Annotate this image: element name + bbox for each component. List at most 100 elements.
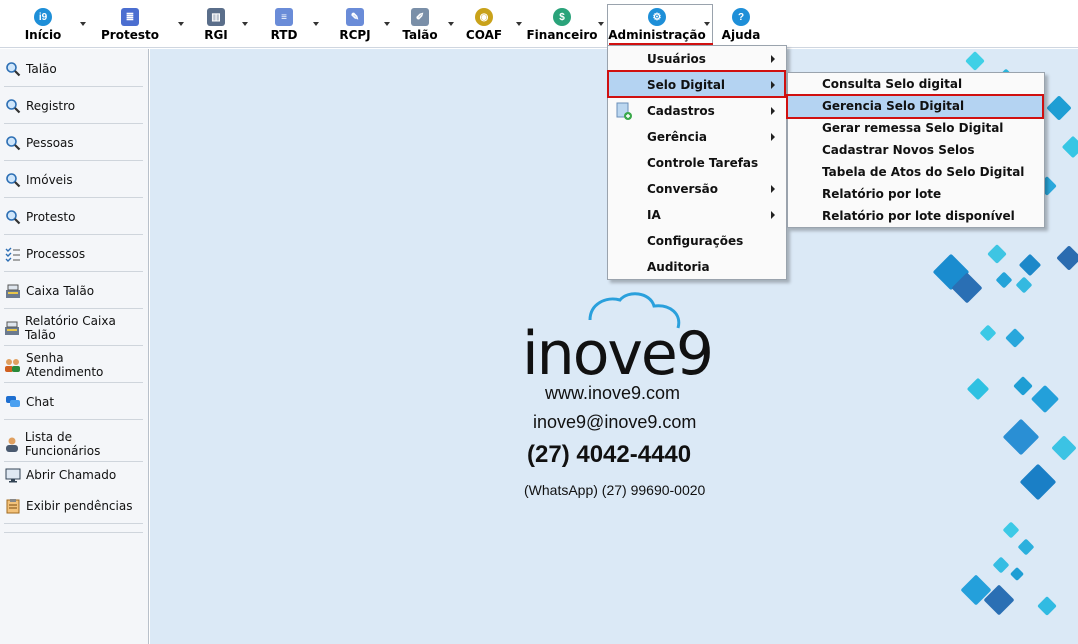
- toolbar-rtd-button[interactable]: ≡ RTD: [266, 0, 302, 48]
- main-toolbar: i9 Início ≣ Protesto ▥ RGI ≡ RTD ✎ RCPJ …: [0, 0, 1078, 48]
- inove9-logo: inove9: [520, 290, 714, 389]
- decorative-cube: [992, 556, 1010, 574]
- toolbar-inicio-button[interactable]: i9 Início: [24, 0, 62, 48]
- sidebar-item-label: Exibir pendências: [26, 498, 133, 513]
- menu-item-tabela-atos-selo-digital[interactable]: Tabela de Atos do Selo Digital: [788, 161, 1044, 183]
- decorative-cube: [1037, 596, 1057, 616]
- toolbar-rgi-button[interactable]: ▥ RGI: [200, 0, 232, 48]
- sidebar-item-chat[interactable]: Chat: [4, 384, 143, 420]
- sidebar-item-processos[interactable]: Processos: [4, 236, 143, 272]
- submenu-arrow-icon: [771, 185, 775, 193]
- decorative-cube: [1002, 418, 1040, 456]
- menu-item-cadastros[interactable]: Cadastros: [608, 98, 786, 124]
- sidebar-item-pessoas[interactable]: Pessoas: [4, 125, 143, 161]
- menu-item-gerar-remessa-selo-digital[interactable]: Gerar remessa Selo Digital: [788, 117, 1044, 139]
- decorative-cube: [1013, 376, 1033, 396]
- chevron-down-icon[interactable]: [384, 22, 390, 26]
- menu-item-cadastrar-novos-selos[interactable]: Cadastrar Novos Selos: [788, 139, 1044, 161]
- chevron-down-icon[interactable]: [313, 22, 319, 26]
- sidebar-item-label: Talão: [26, 61, 57, 76]
- toolbar-financeiro-button[interactable]: $ Financeiro: [526, 0, 598, 48]
- submenu-arrow-icon: [771, 107, 775, 115]
- submenu-arrow-icon: [771, 55, 775, 63]
- menu-item-consulta-selo-digital[interactable]: Consulta Selo digital: [788, 73, 1044, 95]
- chevron-down-icon[interactable]: [704, 22, 710, 26]
- email-text: inove9@inove9.com: [533, 412, 697, 432]
- inove9-logo-icon: i9: [34, 8, 52, 26]
- menu-item-controle-tarefas[interactable]: Controle Tarefas: [608, 150, 786, 176]
- menu-item-configuracoes[interactable]: Configurações: [608, 228, 786, 254]
- menu-item-ia[interactable]: IA: [608, 202, 786, 228]
- sidebar-item-senha-atendimento[interactable]: Senha Atendimento: [4, 347, 143, 383]
- menu-item-conversao[interactable]: Conversão: [608, 176, 786, 202]
- toolbar-protesto-button[interactable]: ≣ Protesto: [100, 0, 160, 48]
- chevron-down-icon[interactable]: [516, 22, 522, 26]
- chevron-down-icon[interactable]: [242, 22, 248, 26]
- decorative-cube: [979, 324, 997, 342]
- sidebar-item-label: Pessoas: [26, 135, 74, 150]
- money-cycle-icon: $: [553, 8, 571, 26]
- decorative-cube: [1019, 463, 1057, 501]
- coaf-seal-icon: ◉: [475, 8, 493, 26]
- logo-wordmark: inove9: [522, 319, 710, 380]
- menu-item-gerencia[interactable]: Gerência: [608, 124, 786, 150]
- help-icon: ?: [732, 8, 750, 26]
- notepad-icon: ✐: [411, 8, 429, 26]
- magnifier-icon: [4, 171, 22, 189]
- menu-item-relatorio-por-lote-disponivel[interactable]: Relatório por lote disponível: [788, 205, 1044, 227]
- sidebar-item-imoveis[interactable]: Imóveis: [4, 162, 143, 198]
- selection-highlight-box: [786, 94, 1044, 119]
- magnifier-icon: [4, 97, 22, 115]
- cash-register-icon: [4, 319, 21, 337]
- chevron-down-icon[interactable]: [598, 22, 604, 26]
- person-icon: [4, 435, 21, 453]
- sidebar-item-label: Chat: [26, 394, 55, 409]
- chat-bubbles-icon: [4, 393, 22, 411]
- sidebar-item-registro[interactable]: Registro: [4, 88, 143, 124]
- website-text: www.inove9.com: [545, 383, 681, 403]
- sidebar-item-label: Senha Atendimento: [26, 350, 104, 379]
- menu-item-usuarios[interactable]: Usuários: [608, 46, 786, 72]
- decorative-cube: [1017, 538, 1035, 556]
- sidebar-item-protesto[interactable]: Protesto: [4, 199, 143, 235]
- sidebar-item-exibir-pendencias[interactable]: Exibir pendências: [4, 488, 143, 524]
- toolbar-talao-button[interactable]: ✐ Talão: [400, 0, 440, 48]
- decorative-cube: [1030, 384, 1060, 414]
- decorative-cube: [1002, 521, 1020, 539]
- checklist-icon: [4, 245, 22, 263]
- decorative-cube: [995, 271, 1013, 289]
- sidebar-item-talao[interactable]: Talão: [4, 51, 143, 87]
- clipboard-icon: [4, 497, 22, 515]
- chevron-down-icon[interactable]: [80, 22, 86, 26]
- toolbar-ajuda-button[interactable]: ? Ajuda: [720, 0, 762, 48]
- menu-item-relatorio-por-lote[interactable]: Relatório por lote: [788, 183, 1044, 205]
- submenu-arrow-icon: [771, 211, 775, 219]
- decorative-cube: [965, 51, 985, 71]
- toolbar-administracao-button[interactable]: ⚙ Administração: [608, 0, 706, 48]
- monitor-icon: [4, 466, 22, 484]
- decorative-cube: [1046, 95, 1072, 121]
- sidebar-item-label: Caixa Talão: [26, 283, 95, 298]
- sidebar-item-label: Imóveis: [26, 172, 73, 187]
- magnifier-icon: [4, 208, 22, 226]
- sidebar-item-label: Relatório Caixa Talão: [24, 313, 116, 342]
- toolbar-coaf-button[interactable]: ◉ COAF: [464, 0, 504, 48]
- menu-item-auditoria[interactable]: Auditoria: [608, 254, 786, 280]
- sidebar: Talão Registro Pessoas Imóveis Protesto …: [0, 49, 149, 644]
- sidebar-item-caixa-talao[interactable]: Caixa Talão: [4, 273, 143, 309]
- whatsapp-text: (WhatsApp) (27) 99690-0020: [524, 482, 706, 498]
- decorative-cube: [1005, 328, 1025, 348]
- chevron-down-icon[interactable]: [448, 22, 454, 26]
- sidebar-item-relatorio-caixa-talao[interactable]: Relatório Caixa Talão: [4, 310, 143, 346]
- sidebar-item-label: Processos: [26, 246, 86, 261]
- books-icon: ▥: [207, 8, 225, 26]
- document-lines-icon: ≡: [275, 8, 293, 26]
- chevron-down-icon[interactable]: [178, 22, 184, 26]
- decorative-cube: [1056, 245, 1078, 271]
- sidebar-item-label: Abrir Chamado: [26, 468, 117, 482]
- decorative-cube: [966, 377, 990, 401]
- magnifier-icon: [4, 60, 22, 78]
- people-icon: [4, 356, 22, 374]
- toolbar-rcpj-button[interactable]: ✎ RCPJ: [336, 0, 374, 48]
- cash-register-icon: [4, 282, 22, 300]
